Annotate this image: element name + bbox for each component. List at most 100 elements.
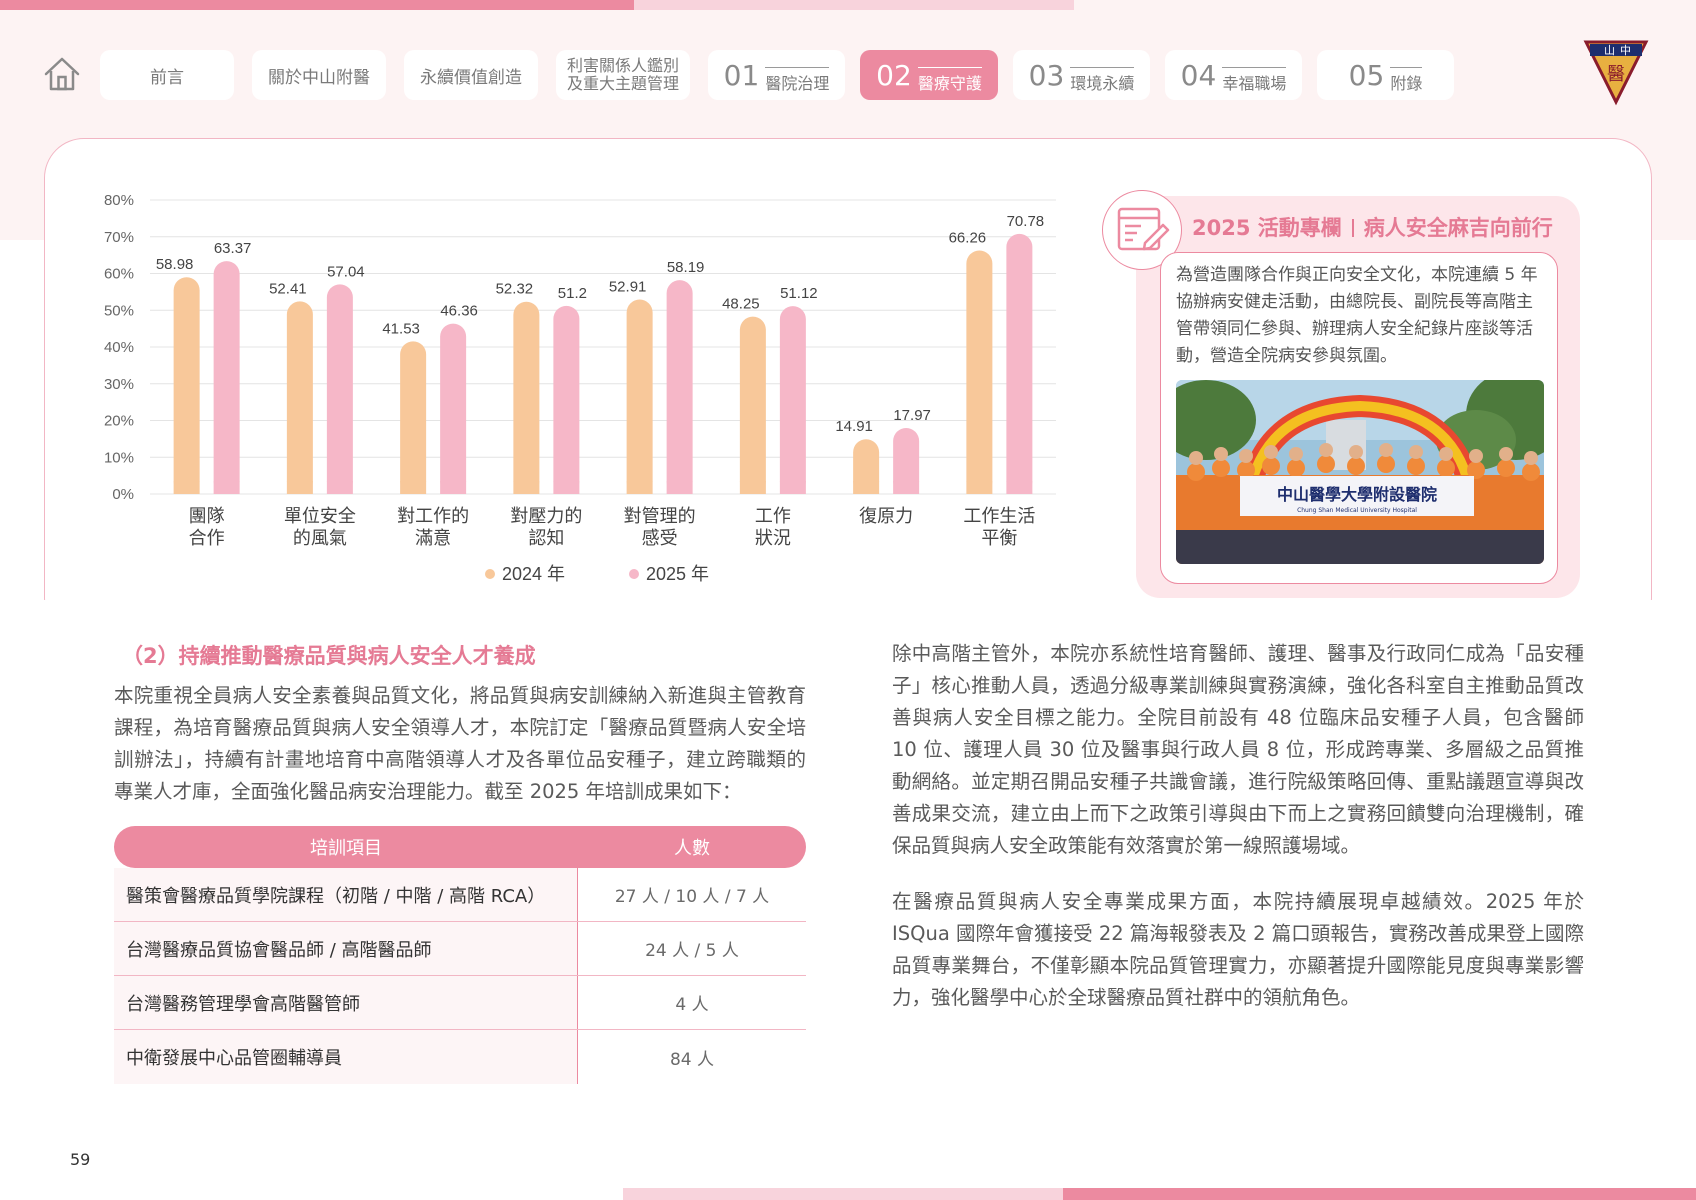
bar-base <box>1006 481 1033 494</box>
tab-sustainable-value[interactable]: 永續價值創造 <box>404 50 538 100</box>
bar-base <box>513 481 540 494</box>
cell-count: 27 人 / 10 人 / 7 人 <box>614 887 770 907</box>
home-icon[interactable] <box>42 54 82 94</box>
tab-05-appendix[interactable]: 05 附錄 <box>1317 50 1454 100</box>
tab-02-medical-care[interactable]: 02 醫療守護 <box>860 50 998 100</box>
bottom-accent-bar <box>1063 1188 1696 1200</box>
tab-about[interactable]: 關於中山附醫 <box>252 50 386 100</box>
header-count: 人數 <box>674 838 710 859</box>
table-row: 台灣醫務管理學會高階醫管師 4 人 <box>114 976 806 1030</box>
data-label: 52.91 <box>609 279 647 296</box>
legend-swatch <box>629 569 639 579</box>
tab-label: 關於中山附醫 <box>268 67 370 88</box>
data-label: 48.25 <box>722 296 760 313</box>
bar-base <box>553 481 580 494</box>
bar-base <box>400 481 427 494</box>
tab-01-governance[interactable]: 01 醫院治理 <box>708 50 845 100</box>
tab-03-environment[interactable]: 03 環境永續 <box>1013 50 1150 100</box>
cell-count: 84 人 <box>669 1049 715 1070</box>
x-tick-label: 團隊 <box>189 506 225 526</box>
tab-stakeholders[interactable]: 利害關係人鑑別 及重大主題管理 <box>556 50 690 100</box>
top-accent-bar <box>0 0 634 10</box>
bar-2025 <box>1006 233 1033 495</box>
x-tick-label: 感受 <box>642 528 678 548</box>
x-tick-label: 復原力 <box>859 506 913 526</box>
y-tick-label: 0% <box>112 486 134 503</box>
tab-number: 05 <box>1348 58 1385 92</box>
x-tick-label: 平衡 <box>981 528 1017 548</box>
bar-base <box>666 481 693 494</box>
table-row: 台灣醫療品質協會醫品師 / 高階醫品師 24 人 / 5 人 <box>114 922 806 976</box>
paragraph-seed-personnel: 除中高階主管外，本院亦系統性培育醫師、護理、醫事及行政同仁成為「品安種子」核心推… <box>892 642 1584 857</box>
data-label: 51.12 <box>780 285 818 302</box>
bar-base <box>893 481 920 494</box>
tab-04-workplace[interactable]: 04 幸福職場 <box>1165 50 1302 100</box>
tab-label: 環境永續 <box>1070 66 1135 94</box>
table-row: 醫策會醫療品質學院課程（初階 / 中階 / 高階 RCA） 27 人 / 10 … <box>114 868 806 922</box>
bar-2024 <box>966 250 993 494</box>
column-title-right: 病人安全麻吉向前行 <box>1363 216 1553 240</box>
x-tick-label: 認知 <box>528 528 564 548</box>
tab-preface[interactable]: 前言 <box>100 50 234 100</box>
tab-number: 01 <box>723 58 760 92</box>
bar-base <box>966 481 993 494</box>
tab-label: 醫療守護 <box>917 66 982 94</box>
svg-text:中: 中 <box>1620 44 1631 57</box>
tab-label-line2: 及重大主題管理 <box>566 74 679 93</box>
cell-count: 24 人 / 5 人 <box>645 941 739 961</box>
y-tick-label: 80% <box>104 192 134 209</box>
bar-base <box>326 481 353 494</box>
bar-2024 <box>626 299 653 494</box>
data-label: 66.26 <box>949 229 987 246</box>
bar-2025 <box>779 306 806 494</box>
column-title-left: 2025 活動專欄 <box>1192 216 1342 240</box>
cell-training-item: 台灣醫務管理學會高階醫管師 <box>114 976 578 1029</box>
data-label: 58.98 <box>156 256 194 273</box>
top-accent-bar-light <box>634 0 1074 10</box>
bar-base <box>853 481 880 494</box>
bar-2024 <box>173 277 200 494</box>
data-label: 70.78 <box>1007 213 1045 230</box>
bar-2024 <box>739 316 766 494</box>
data-label: 52.41 <box>269 280 307 297</box>
y-tick-label: 10% <box>104 449 134 466</box>
photo-banner-subtext: Chung Shan Medical University Hospital <box>1297 507 1417 514</box>
data-label: 51.2 <box>558 285 587 302</box>
data-label: 63.37 <box>214 240 252 257</box>
svg-text:山: 山 <box>1604 44 1615 57</box>
tab-number: 02 <box>876 58 912 92</box>
x-tick-label: 狀況 <box>755 528 791 548</box>
data-label: 41.53 <box>382 320 420 337</box>
bar-2024 <box>286 301 313 494</box>
y-tick-label: 70% <box>104 229 134 246</box>
data-label: 52.32 <box>496 281 534 298</box>
bar-base <box>213 481 240 494</box>
section-title: （2）持續推動醫療品質與病人安全人才養成 <box>122 644 536 668</box>
x-tick-label: 對管理的 <box>624 506 696 526</box>
bar-base <box>739 481 766 494</box>
bar-2025 <box>666 280 693 494</box>
paragraph-intro: 本院重視全員病人安全素養與品質文化，將品質與病安訓練納入新進與主管教育課程，為培… <box>114 684 806 803</box>
tab-label-line1: 利害關係人鑑別 <box>566 56 679 75</box>
tab-number: 04 <box>1180 58 1217 92</box>
photo-banner-text: 中山醫學大學附設醫院 <box>1277 485 1437 504</box>
svg-text:醫: 醫 <box>1607 64 1625 85</box>
hospital-logo: 山 中 醫 <box>1583 40 1649 106</box>
cell-training-item: 醫策會醫療品質學院課程（初階 / 中階 / 高階 RCA） <box>114 868 578 921</box>
table-row: 中衛發展中心品管圈輔導員 84 人 <box>114 1030 806 1084</box>
y-tick-label: 60% <box>104 266 134 283</box>
y-tick-label: 30% <box>104 376 134 393</box>
table-header: 培訓項目 人數 <box>114 826 806 868</box>
y-tick-label: 50% <box>104 302 134 319</box>
data-label: 17.97 <box>893 407 931 424</box>
bar-base <box>173 481 200 494</box>
data-label: 46.36 <box>440 303 478 320</box>
data-label: 57.04 <box>327 263 365 280</box>
bar-base <box>440 481 467 494</box>
bar-2024 <box>400 341 427 494</box>
bar-2025 <box>213 261 240 494</box>
x-tick-label: 合作 <box>189 528 225 548</box>
tab-label: 醫院治理 <box>765 66 830 94</box>
x-tick-label: 工作生活 <box>963 506 1035 526</box>
x-tick-label: 對工作的 <box>397 506 469 526</box>
